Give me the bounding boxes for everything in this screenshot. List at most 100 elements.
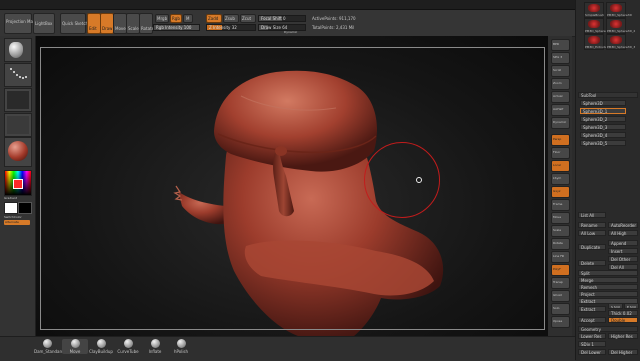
local-label: Local (553, 163, 561, 167)
brush-slot[interactable]: Dam_Standard (34, 339, 64, 354)
insert-button[interactable]: Insert (608, 248, 638, 254)
move-button[interactable]: Move (113, 13, 127, 34)
tool-thumb[interactable]: SimpleBrush (584, 2, 604, 18)
lsym-button[interactable]: LSym (551, 173, 570, 185)
thick-slider[interactable]: Thick 0.02 (608, 310, 638, 316)
accept-button[interactable]: Accept (578, 317, 606, 323)
brush-thumbnail[interactable] (4, 38, 32, 62)
del-higher-button[interactable]: Del Higher (608, 349, 638, 355)
autoreorder-button[interactable]: AutoReorder (608, 222, 638, 228)
e-smt-slider[interactable]: E Smt 5 (624, 303, 639, 315)
focal-shift-slider[interactable]: Focal Shift 0 (258, 15, 306, 22)
subtool-item[interactable]: Sphere3D_5 (580, 140, 626, 146)
zoom-button[interactable]: Zoom (551, 78, 570, 90)
ghost-button[interactable]: Ghost (551, 290, 570, 302)
subtool-item[interactable]: Sphere3D (580, 100, 626, 106)
xpose-button[interactable]: Xpose (551, 316, 570, 328)
brush-slot[interactable]: Inflate (142, 339, 168, 354)
rename-button[interactable]: Rename (578, 222, 606, 228)
gradient-label[interactable]: Gradient (4, 196, 17, 201)
zadd-toggle[interactable]: Zadd (206, 14, 222, 23)
duplicate-button[interactable]: Duplicate (578, 244, 606, 250)
delete-button[interactable]: Delete (578, 260, 606, 266)
material-thumbnail[interactable] (4, 137, 32, 167)
primary-color-swatch[interactable] (4, 202, 18, 214)
rotate-view-button[interactable]: Rotate (551, 238, 570, 250)
transp-button[interactable]: Transp (551, 277, 570, 289)
append-button[interactable]: Append (608, 240, 638, 246)
move-view-button[interactable]: Move (551, 212, 570, 224)
higher-res-button[interactable]: Higher Res (608, 333, 638, 339)
texture-thumbnail[interactable] (4, 113, 32, 137)
project-button[interactable]: Project (578, 291, 638, 297)
subtool-item[interactable]: Sphere3D_3 (580, 124, 626, 130)
s-smt-slider[interactable]: S Smt 5 (608, 303, 623, 315)
all-high-button[interactable]: All High (608, 230, 638, 236)
zsub-toggle[interactable]: Zsub (223, 14, 239, 23)
geometry-header[interactable]: Geometry (578, 326, 638, 332)
gxyz-button[interactable]: Gxyz (551, 186, 570, 198)
secondary-color-swatch[interactable] (18, 202, 32, 214)
move-brush-icon (70, 339, 80, 348)
quick-sketch-button[interactable]: Quick Sketch (60, 13, 88, 34)
rotate-button[interactable]: Rotate (139, 13, 154, 34)
sdiv-slider[interactable]: SDiv 1 (578, 341, 606, 347)
mrgb-toggle[interactable]: Mrgb (155, 14, 169, 23)
alternate-button[interactable]: Alternate (4, 220, 30, 225)
subtool-item-selected[interactable]: Sphere3D_1 (580, 108, 626, 114)
extract-button[interactable]: Extract (578, 306, 606, 312)
bpr-button[interactable]: BPR (551, 39, 570, 51)
subtool-item[interactable]: Sphere3D_2 (580, 116, 626, 122)
actual-button[interactable]: Actual (551, 91, 570, 103)
m-label: M (186, 16, 190, 21)
merge-button[interactable]: Merge (578, 277, 638, 283)
dynamic-toggle[interactable]: Dynamic (284, 30, 297, 35)
draw-button[interactable]: Draw (100, 13, 114, 34)
alpha-thumbnail[interactable] (4, 88, 32, 112)
stroke-thumbnail[interactable] (4, 63, 32, 87)
tool-thumb[interactable]: PM3D_Sphere3D_3 (606, 34, 635, 50)
all-low-button[interactable]: All Low (578, 230, 606, 236)
tool-thumb[interactable]: PM3D_Sphere3D (606, 2, 632, 18)
subtool-item[interactable]: Sphere3D_4 (580, 132, 626, 138)
floor-button[interactable]: Floor (551, 147, 570, 159)
line-fill-button[interactable]: Line Fill (551, 251, 570, 263)
projection-master-button[interactable]: Projection Master (4, 13, 41, 34)
polyf-button[interactable]: PolyF (551, 264, 570, 276)
z-intensity-slider[interactable]: Z Intensity 32 (206, 24, 256, 31)
zcut-toggle[interactable]: Zcut (240, 14, 256, 23)
lower-res-button[interactable]: Lower Res (578, 333, 606, 339)
list-all-button[interactable]: List All (578, 212, 606, 218)
tool-thumb[interactable]: PM3D_Extrude3D (584, 34, 611, 50)
solo-button[interactable]: Solo (551, 303, 570, 315)
scale-view-button[interactable]: Scale (551, 225, 570, 237)
remesh-button[interactable]: Remesh (578, 284, 638, 290)
del-lower-button[interactable]: Del Lower (578, 349, 606, 355)
tool-thumb[interactable]: PM3D_Sphere3D_1 (584, 18, 613, 34)
spix-button[interactable]: SPix 3 (551, 52, 570, 64)
brush-slot-active[interactable]: Move (62, 339, 88, 354)
aahalf-button[interactable]: AAHalf (551, 104, 570, 116)
split-button[interactable]: Split (578, 270, 638, 276)
dynamic-persp-button[interactable]: Dynamic (551, 117, 570, 129)
color-picker[interactable] (4, 170, 32, 196)
top-shelf: Projection Master LightBox Quick Sketch … (0, 10, 575, 37)
del-other-button[interactable]: Del Other (608, 256, 638, 262)
subtool-header[interactable]: SubTool (578, 92, 638, 98)
scroll-button[interactable]: Scroll (551, 65, 570, 77)
lightbox-button[interactable]: LightBox (33, 13, 55, 34)
tool-thumb[interactable]: PM3D_Sphere3D_2 (606, 18, 635, 34)
m-toggle[interactable]: M (183, 14, 193, 23)
local-button[interactable]: Local (551, 160, 570, 172)
rgb-intensity-slider[interactable]: Rgb Intensity 100 (153, 24, 200, 31)
draw-size-slider[interactable]: Draw Size 64 (258, 24, 306, 31)
edit-button[interactable]: Edit (87, 13, 101, 34)
rgb-toggle[interactable]: Rgb (170, 14, 182, 23)
scale-button[interactable]: Scale (126, 13, 140, 34)
brush-slot[interactable]: CurveTube (115, 339, 141, 354)
double-toggle[interactable]: Double (608, 317, 638, 323)
brush-slot[interactable]: hPolish (168, 339, 194, 354)
brush-slot[interactable]: ClayBuildup (88, 339, 114, 354)
persp-button[interactable]: Persp (551, 134, 570, 146)
frame-button[interactable]: Frame (551, 199, 570, 211)
